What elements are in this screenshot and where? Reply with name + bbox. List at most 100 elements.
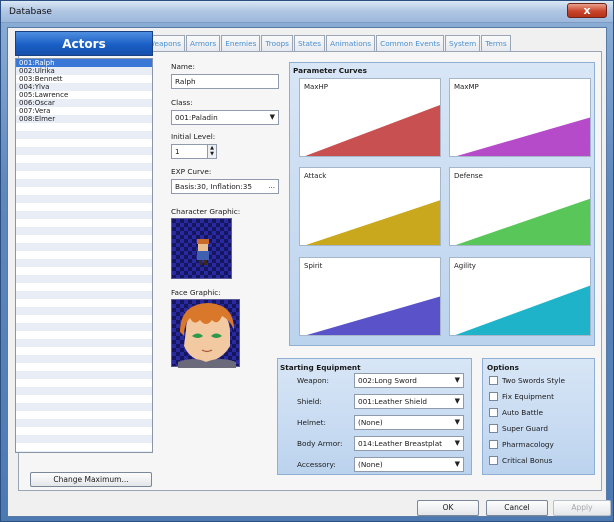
title-bar[interactable]: Database x [1,1,613,23]
checkbox-box[interactable] [489,392,498,401]
option-checkbox[interactable]: Auto Battle [489,408,589,418]
character-sprite [197,239,209,265]
checkbox-box[interactable] [489,440,498,449]
curve-fill [455,198,590,245]
tab-common-events[interactable]: Common Events [376,35,444,51]
equipment-row: Shield: 001:Leather Shield ▼ [297,394,467,409]
parameter-curves-title: Parameter Curves [293,66,367,75]
option-checkbox[interactable]: Pharmacology [489,440,589,450]
tab-system[interactable]: System [445,35,481,51]
list-item[interactable]: 001:Ralph [16,59,152,67]
checkbox-box[interactable] [489,408,498,417]
option-checkbox[interactable]: Fix Equipment [489,392,589,402]
list-item[interactable]: 006:Oscar [16,99,152,107]
cancel-button[interactable]: Cancel [486,500,548,516]
chevron-down-icon: ▼ [454,418,460,426]
option-label: Critical Bonus [502,456,553,465]
curve-label: Defense [454,172,483,180]
curve-label: Agility [454,262,476,270]
character-graphic[interactable] [171,218,232,279]
checkbox-box[interactable] [489,456,498,465]
triangle-down-icon[interactable]: ▼ [208,151,216,157]
equipment-row: Accessory: (None) ▼ [297,457,467,472]
equipment-label: Weapon: [297,376,329,385]
tab-armors[interactable]: Armors [185,35,221,51]
list-item[interactable]: 003:Bennett [16,75,152,83]
curve-fill [456,117,590,156]
database-window: Database x ActorsClassesSkillsItemsWeapo… [0,0,614,522]
list-item[interactable]: 005:Lawrence [16,91,152,99]
equipment-select[interactable]: 002:Long Sword ▼ [354,373,464,388]
checkbox-box[interactable] [489,376,498,385]
tab-terms[interactable]: Terms [481,35,511,51]
curve-agility[interactable]: Agility [449,257,591,336]
chevron-down-icon: ▼ [454,376,460,384]
chevron-down-icon: ▼ [454,460,460,468]
curve-defense[interactable]: Defense [449,167,591,246]
list-item[interactable]: 007:Vera [16,107,152,115]
tab-enemies[interactable]: Enemies [221,35,261,51]
exp-curve-value: Basis:30, Inflation:35 [175,182,253,191]
apply-button[interactable]: Apply [553,500,611,516]
equipment-label: Body Armor: [297,439,343,448]
initial-level-label: Initial Level: [171,132,216,141]
checkbox-box[interactable] [489,424,498,433]
curve-fill [306,296,440,335]
actors-list-header: Actors [15,31,153,56]
option-label: Fix Equipment [502,392,554,401]
chevron-down-icon: ▼ [454,397,460,405]
exp-curve-label: EXP Curve: [171,167,212,176]
list-item[interactable]: 004:Ylva [16,83,152,91]
change-maximum-button[interactable]: Change Maximum... [30,472,152,487]
spin-buttons[interactable]: ▲ ▼ [207,145,216,158]
curve-label: MaxHP [304,83,328,91]
exp-curve-field[interactable]: Basis:30, Inflation:35 ... [171,179,279,194]
equipment-select[interactable]: 001:Leather Shield ▼ [354,394,464,409]
option-label: Super Guard [502,424,548,433]
option-checkbox[interactable]: Two Swords Style [489,376,589,386]
curve-label: Attack [304,172,327,180]
equipment-select[interactable]: (None) ▼ [354,457,464,472]
name-field[interactable]: Ralph [171,74,279,89]
equipment-value: 001:Leather Shield [358,397,428,406]
actors-list[interactable]: 001:Ralph 002:Ulrika 003:Bennett 004:Ylva 00… [15,58,153,453]
class-select[interactable]: 001:Paladin ▼ [171,110,279,125]
curve-spirit[interactable]: Spirit [299,257,441,336]
equipment-value: 014:Leather Breastplat [358,439,443,448]
tab-animations[interactable]: Animations [326,35,376,51]
ok-button[interactable]: OK [417,500,479,516]
equipment-select[interactable]: (None) ▼ [354,415,464,430]
tab-troops[interactable]: Troops [261,35,293,51]
starting-equipment-title: Starting Equipment [280,363,361,372]
initial-level-value: 1 [175,147,180,156]
list-item[interactable]: 008:Elmer [16,115,152,123]
exp-curve-button[interactable]: ... [268,180,275,193]
curve-attack[interactable]: Attack [299,167,441,246]
tab-states[interactable]: States [293,35,326,51]
option-checkbox[interactable]: Super Guard [489,424,589,434]
curve-maxhp[interactable]: MaxHP [299,78,441,157]
equipment-value: (None) [358,418,383,427]
chevron-down-icon: ▼ [454,439,460,447]
window-title: Database [9,7,52,17]
curve-fill [455,285,590,335]
initial-level-spinner[interactable]: 1 ▲ ▼ [171,144,217,159]
face-graphic[interactable] [171,299,240,368]
equipment-row: Helmet: (None) ▼ [297,415,467,430]
option-checkbox[interactable]: Critical Bonus [489,456,589,466]
curve-label: MaxMP [454,83,479,91]
curve-label: Spirit [304,262,323,270]
curve-maxmp[interactable]: MaxMP [449,78,591,157]
list-item[interactable]: 002:Ulrika [16,67,152,75]
option-label: Two Swords Style [502,376,566,385]
face-portrait [178,303,236,368]
character-graphic-label: Character Graphic: [171,207,241,216]
equipment-select[interactable]: 014:Leather Breastplat ▼ [354,436,464,451]
close-button[interactable]: x [567,3,607,18]
equipment-label: Helmet: [297,418,326,427]
curve-fill [305,105,440,156]
equipment-label: Accessory: [297,460,336,469]
curve-fill [305,200,440,245]
equipment-row: Weapon: 002:Long Sword ▼ [297,373,467,388]
equipment-row: Body Armor: 014:Leather Breastplat ▼ [297,436,467,451]
